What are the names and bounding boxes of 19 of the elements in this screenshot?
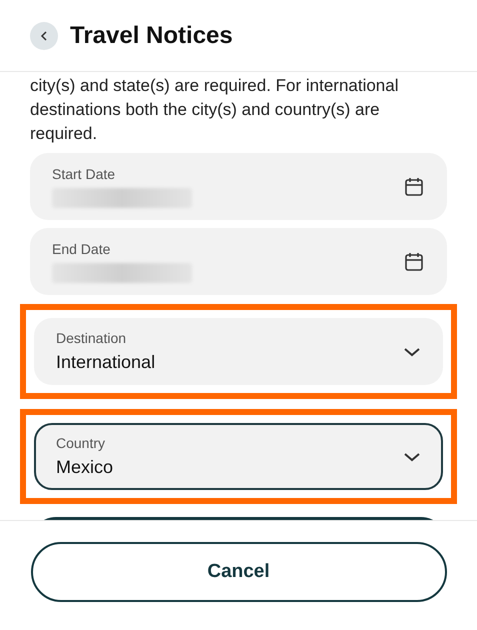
instructions-text: city(s) and state(s) are required. For international destinations both the city(s) and country(s) are required. bbox=[30, 75, 400, 145]
date-field[interactable]: End Date bbox=[30, 228, 447, 295]
field-label: Country bbox=[56, 435, 106, 451]
page-title: Travel Notices bbox=[70, 22, 233, 50]
cancel-button[interactable]: Cancel bbox=[30, 542, 446, 602]
chevron-left-icon bbox=[39, 30, 49, 42]
field-label: End Date bbox=[52, 240, 112, 256]
calendar-icon bbox=[403, 250, 425, 272]
field-label: Start Date bbox=[52, 166, 116, 182]
select-field[interactable]: Destination International bbox=[34, 318, 443, 385]
date-field[interactable]: Start Date bbox=[30, 153, 447, 220]
select-field[interactable]: Country Mexico bbox=[34, 423, 443, 490]
field-value: International bbox=[56, 352, 156, 373]
field-value: Mexico bbox=[56, 457, 114, 478]
field-label: Destination bbox=[56, 330, 128, 346]
chevron-down-icon bbox=[403, 450, 421, 462]
back-button[interactable] bbox=[30, 22, 58, 50]
calendar-icon bbox=[403, 176, 425, 198]
chevron-down-icon bbox=[403, 346, 421, 358]
